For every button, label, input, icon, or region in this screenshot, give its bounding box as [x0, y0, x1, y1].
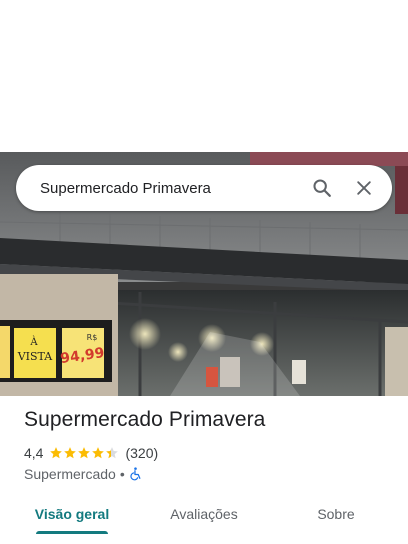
star-icon	[106, 447, 119, 459]
tab-reviews[interactable]: Avaliações	[144, 496, 264, 532]
star-icon	[50, 447, 63, 459]
tab-label: Sobre	[317, 506, 355, 522]
search-icon	[313, 179, 331, 197]
star-icon	[64, 447, 77, 459]
search-input[interactable]	[40, 179, 302, 197]
tab-label: Avaliações	[170, 506, 238, 522]
clear-search-button[interactable]	[344, 168, 384, 208]
tab-overview[interactable]: Visão geral	[0, 496, 144, 534]
place-tabs: Visão geral Avaliações Sobre	[0, 496, 408, 536]
review-count: (320)	[125, 445, 159, 461]
separator: •	[119, 466, 125, 482]
search-button[interactable]	[302, 168, 342, 208]
place-category: Supermercado	[24, 466, 116, 482]
tab-about[interactable]: Sobre	[264, 496, 408, 532]
category-row: Supermercado •	[24, 465, 142, 483]
active-tab-indicator	[36, 531, 108, 534]
star-icon	[78, 447, 91, 459]
sign-currency: R$	[87, 333, 98, 342]
wheelchair-icon	[130, 467, 141, 481]
tab-label: Visão geral	[34, 506, 110, 522]
star-rating	[49, 446, 119, 460]
close-icon	[357, 181, 371, 195]
place-details-screen: À VISTA R$ 94,99 Supermercado Primavera …	[0, 0, 408, 544]
search-bar	[16, 165, 392, 211]
sign-text-a: À	[29, 336, 38, 348]
sign-text-vista: VISTA	[17, 350, 54, 363]
rating-value: 4,4	[24, 445, 44, 461]
place-title: Supermercado Primavera	[24, 408, 266, 431]
rating-row[interactable]: 4,4 (320)	[24, 444, 158, 462]
star-icon	[92, 447, 105, 459]
